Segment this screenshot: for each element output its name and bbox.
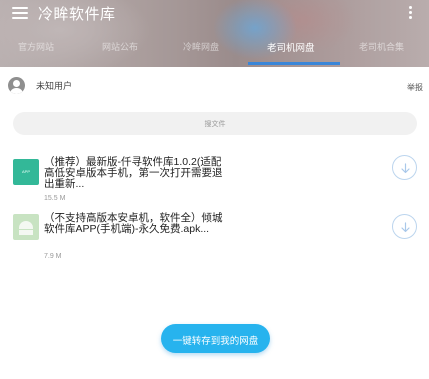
file-size: 7.9 M [44, 253, 62, 260]
active-tab-indicator [248, 62, 340, 65]
download-arrow-icon [401, 222, 410, 233]
apk-icon: APP [13, 159, 39, 185]
tab-lengmou-netdisk[interactable]: 冷眸网盘 [183, 40, 219, 53]
tab-site-announcement[interactable]: 网站公布 [102, 40, 138, 53]
file-title: （不支持高版本安卓机，软件全）倾城软件库APP(手机端)-永久免费.apk... [44, 212, 223, 235]
download-button[interactable] [392, 155, 417, 180]
search-placeholder: 搜文件 [204, 121, 226, 128]
download-arrow-icon [401, 163, 410, 174]
username: 未知用户 [36, 81, 73, 91]
avatar[interactable] [8, 77, 25, 94]
more-options-icon[interactable] [408, 5, 414, 21]
report-link[interactable]: 举报 [407, 82, 423, 93]
tab-bar: 官方网站 网站公布 冷眸网盘 老司机网盘 老司机合集 [0, 40, 429, 62]
tab-official-site[interactable]: 官方网站 [18, 40, 54, 53]
save-button-label: 一键转存到我的网盘 [172, 336, 259, 347]
file-title: （推荐）最新版-仟寻软件库1.0.2(适配高低安卓版本手机，第一次打开需要退出重… [44, 156, 223, 190]
save-to-my-netdisk-button[interactable]: 一键转存到我的网盘 [161, 324, 270, 353]
download-button[interactable] [392, 214, 417, 239]
user-row: 未知用户 举报 [0, 74, 429, 96]
android-icon [13, 214, 39, 240]
tab-laosiji-netdisk[interactable]: 老司机网盘 [267, 40, 315, 54]
hamburger-menu-icon[interactable] [12, 5, 28, 19]
file-size: 15.5 M [44, 195, 66, 202]
tab-laosiji-collection[interactable]: 老司机合集 [359, 40, 404, 53]
search-bar[interactable]: 搜文件 [13, 112, 417, 135]
app-title: 冷眸软件库 [38, 6, 116, 23]
